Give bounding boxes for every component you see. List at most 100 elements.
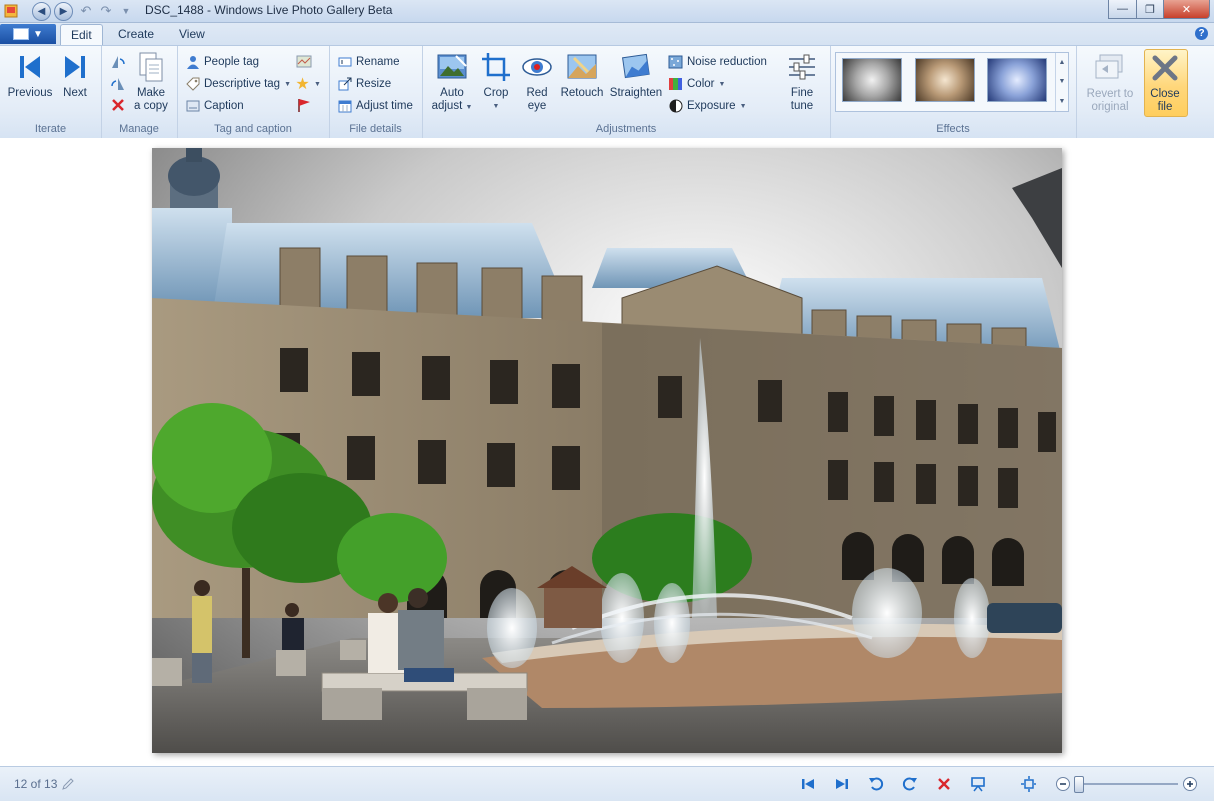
color-label: Color xyxy=(687,78,715,90)
zoom-in-icon[interactable] xyxy=(1182,776,1198,792)
revert-label-2: original xyxy=(1091,101,1129,113)
caption-button[interactable]: Caption xyxy=(185,97,244,115)
fit-to-window-icon[interactable] xyxy=(1020,776,1036,792)
help-icon[interactable]: ? xyxy=(1195,27,1208,40)
back-icon[interactable]: ◀ xyxy=(32,2,51,21)
retouch-label: Retouch xyxy=(560,87,604,99)
rotate-right-icon[interactable] xyxy=(110,76,126,92)
tab-view[interactable]: View xyxy=(169,24,215,45)
exposure-button[interactable]: Exposure ▼ xyxy=(668,97,747,115)
person-icon xyxy=(185,55,200,70)
people-tag-button[interactable]: People tag xyxy=(185,53,259,71)
noise-reduction-icon xyxy=(668,55,683,70)
photo[interactable] xyxy=(152,148,1062,753)
noise-reduction-button[interactable]: Noise reduction xyxy=(668,53,767,71)
redo-icon[interactable]: ↷ xyxy=(98,2,114,20)
expand-gallery-icon[interactable]: ▼ xyxy=(1059,98,1066,105)
maximize-button[interactable]: ❐ xyxy=(1136,0,1164,19)
adjust-time-label: Adjust time xyxy=(356,100,413,112)
flag-icon[interactable] xyxy=(296,97,312,113)
rotate-left-icon[interactable] xyxy=(868,776,884,792)
retouch-button[interactable]: Retouch xyxy=(559,51,605,100)
document-icon xyxy=(13,28,30,40)
chevron-down-icon: ▼ xyxy=(33,28,43,40)
chevron-up-icon[interactable]: ▲ xyxy=(1059,59,1066,66)
descriptive-tag-button[interactable]: Descriptive tag ▼ xyxy=(185,75,291,93)
group-label-effects: Effects xyxy=(936,123,970,135)
crop-button[interactable]: Crop ▼ xyxy=(478,51,514,113)
group-tag-and-caption: People tag Descriptive tag ▼ Caption ★ ▼… xyxy=(177,46,330,138)
fine-tune-button[interactable]: Fine tune xyxy=(780,51,824,113)
title-bar: ◀ ▶ ↶ ↷ ▼ DSC_1488 - Windows Live Photo … xyxy=(0,0,1214,23)
make-a-copy-button[interactable]: Make a copy xyxy=(131,51,171,113)
chevron-down-icon: ▼ xyxy=(314,80,321,88)
noise-reduction-label: Noise reduction xyxy=(687,56,767,68)
app-menu-button[interactable]: ▼ xyxy=(0,24,56,44)
auto-adjust-button[interactable]: Auto adjust ▼ xyxy=(430,51,474,114)
calendar-icon xyxy=(337,99,352,114)
color-button[interactable]: Color ▼ xyxy=(668,75,725,93)
delete-icon[interactable] xyxy=(936,776,952,792)
group-manage: Make a copy Manage xyxy=(101,46,178,138)
effect-black-and-white[interactable] xyxy=(842,58,902,102)
pencil-icon xyxy=(60,776,76,792)
undo-icon[interactable]: ↶ xyxy=(78,2,94,20)
effect-sepia[interactable] xyxy=(915,58,975,102)
adjust-time-button[interactable]: Adjust time xyxy=(337,97,413,115)
close-icon xyxy=(1149,52,1181,84)
auto-adjust-label-2: adjust ▼ xyxy=(431,100,473,112)
straighten-button[interactable]: Straighten xyxy=(608,51,664,100)
zoom-slider-thumb[interactable] xyxy=(1074,776,1084,793)
revert-icon xyxy=(1094,52,1126,84)
revert-label-1: Revert to xyxy=(1086,88,1134,100)
rating-button[interactable]: ★ ▼ xyxy=(295,75,321,93)
rename-button[interactable]: Rename xyxy=(337,53,399,71)
exposure-icon xyxy=(668,99,683,114)
previous-icon xyxy=(14,51,46,83)
forward-icon[interactable]: ▶ xyxy=(54,2,73,21)
star-icon: ★ xyxy=(295,76,310,93)
effect-cyan-tone[interactable] xyxy=(987,58,1047,102)
group-adjustments: Auto adjust ▼ Crop ▼ Red eye Retouch Str… xyxy=(422,46,831,138)
last-photo-icon[interactable] xyxy=(834,776,850,792)
tag-icon xyxy=(185,77,200,92)
straighten-icon xyxy=(620,51,652,83)
close-file-label-2: file xyxy=(1157,101,1173,113)
red-eye-button[interactable]: Red eye xyxy=(518,51,556,113)
next-button[interactable]: Next xyxy=(56,51,94,100)
revert-to-original-button[interactable]: Revert to original xyxy=(1082,52,1138,114)
chevron-down-icon: ▼ xyxy=(718,80,726,88)
chevron-down-icon[interactable]: ▼ xyxy=(1059,78,1066,85)
group-label-adjustments: Adjustments xyxy=(595,123,657,135)
zoom-out-icon[interactable] xyxy=(1055,776,1071,792)
slideshow-icon[interactable] xyxy=(970,776,986,792)
close-file-button[interactable]: Close file xyxy=(1144,52,1186,114)
red-eye-icon xyxy=(521,51,553,83)
group-label-manage: Manage xyxy=(119,123,159,135)
group-label-iterate: Iterate xyxy=(34,123,67,135)
caption-icon xyxy=(185,99,200,114)
effects-scrollbar[interactable]: ▲ ▼ ▼ xyxy=(1055,53,1068,111)
tab-edit[interactable]: Edit xyxy=(60,24,103,46)
app-icon[interactable] xyxy=(3,2,19,20)
next-icon xyxy=(59,51,91,83)
rotate-right-icon[interactable] xyxy=(902,776,918,792)
zoom-slider-track[interactable] xyxy=(1074,783,1178,785)
rotate-left-icon[interactable] xyxy=(110,54,126,70)
effects-gallery: ▲ ▼ ▼ xyxy=(835,52,1069,112)
delete-icon[interactable] xyxy=(110,97,126,113)
quick-access-dropdown-icon[interactable]: ▼ xyxy=(118,2,134,20)
previous-button[interactable]: Previous xyxy=(7,51,53,100)
rename-icon xyxy=(337,55,352,70)
caption-label: Caption xyxy=(204,100,244,112)
auto-adjust-icon xyxy=(436,51,468,83)
group-label-tag: Tag and caption xyxy=(214,123,292,135)
close-button[interactable]: ✕ xyxy=(1163,0,1210,19)
minimize-button[interactable]: — xyxy=(1108,0,1137,19)
previous-label: Previous xyxy=(7,87,53,99)
photo-counter: 12 of 13 xyxy=(14,777,58,791)
geotag-icon[interactable] xyxy=(296,55,312,69)
tab-create[interactable]: Create xyxy=(108,24,164,45)
resize-button[interactable]: Resize xyxy=(337,75,391,93)
first-photo-icon[interactable] xyxy=(800,776,816,792)
